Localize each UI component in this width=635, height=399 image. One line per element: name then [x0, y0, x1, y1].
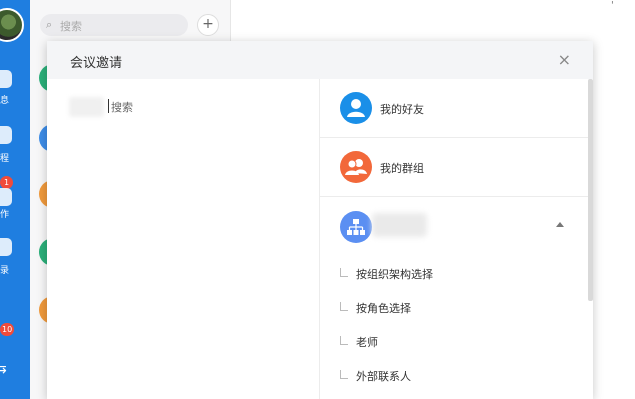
search-icon: ⌕ [46, 18, 53, 31]
group-icon [340, 151, 372, 183]
tree-branch-icon [340, 336, 348, 345]
schedule-icon[interactable] [0, 126, 12, 144]
selected-member-chip[interactable] [69, 97, 104, 117]
organization-name-redacted [372, 213, 427, 237]
sub-option-label: 老师 [356, 336, 378, 349]
contact-source-pane: 我的好友 我的群组 按组织架构选择 按角色选择 老师 外部联系人 [320, 79, 593, 399]
sub-option-teachers[interactable]: 老师 [340, 331, 580, 357]
option-organization[interactable] [320, 197, 588, 254]
workbench-icon[interactable] [0, 188, 12, 206]
tree-branch-icon [340, 370, 348, 379]
rail-label-schedule: 程 [0, 154, 10, 164]
org-tree-icon [340, 211, 372, 243]
settings-icon[interactable]: ⇆ [0, 362, 7, 376]
tree-branch-icon [340, 302, 348, 311]
search-input[interactable]: ⌕ 搜索 [40, 14, 188, 36]
meeting-invite-dialog: 会议邀请 × 搜索 我的好友 我的群组 按组织架构选择 按角色选择 老师 外部联… [47, 41, 593, 399]
scrollbar[interactable] [588, 79, 593, 301]
collapse-chevron-icon[interactable] [556, 222, 564, 227]
text-caret [108, 99, 109, 113]
selected-members-pane: 搜索 [47, 79, 320, 399]
user-avatar[interactable] [0, 8, 24, 42]
sub-option-by-org-structure[interactable]: 按组织架构选择 [340, 263, 580, 289]
close-icon[interactable]: × [558, 50, 571, 69]
sub-option-external-contacts[interactable]: 外部联系人 [340, 365, 580, 391]
search-placeholder: 搜索 [60, 20, 82, 33]
message-icon[interactable] [0, 70, 12, 88]
person-icon [340, 92, 372, 124]
rail-label-contacts: 录 [0, 266, 10, 276]
tree-branch-icon [340, 268, 348, 277]
sub-option-label: 按角色选择 [356, 302, 411, 315]
option-label: 我的好友 [380, 103, 424, 116]
dialog-header: 会议邀请 × [47, 41, 593, 79]
more-badge: 10 [0, 323, 15, 336]
option-label: 我的群组 [380, 162, 424, 175]
contacts-icon[interactable] [0, 238, 12, 256]
dialog-title: 会议邀请 [70, 56, 123, 71]
rail-label-workbench: 作 [0, 210, 10, 220]
sub-option-label: 外部联系人 [356, 370, 411, 383]
option-my-friends[interactable]: 我的好友 [320, 79, 588, 138]
sub-option-label: 按组织架构选择 [356, 268, 433, 281]
sub-option-by-role[interactable]: 按角色选择 [340, 297, 580, 323]
add-button[interactable]: + [197, 14, 219, 36]
left-rail: 息 程 1 作 录 10 ⇆ [0, 0, 30, 399]
option-my-groups[interactable]: 我的群组 [320, 138, 588, 197]
corner-mark: ' [611, 0, 614, 11]
member-search-input[interactable]: 搜索 [111, 99, 133, 115]
rail-label-messages: 息 [0, 96, 10, 106]
